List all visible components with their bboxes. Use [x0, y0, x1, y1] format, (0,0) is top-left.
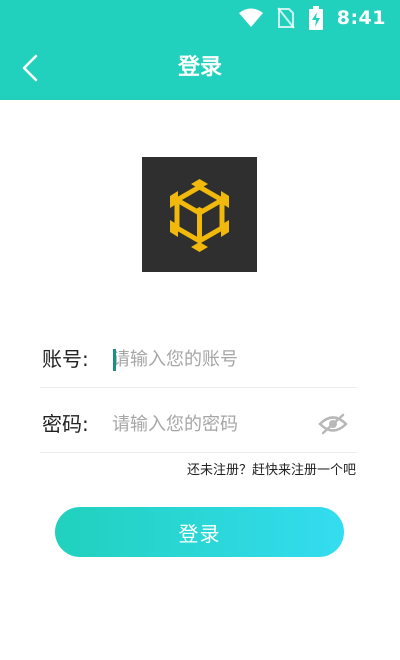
password-row: 密码: — [40, 396, 358, 453]
wifi-icon — [238, 8, 263, 27]
back-button[interactable] — [10, 48, 50, 88]
status-icons: 8:41 — [238, 6, 386, 30]
app-bar: 登录 — [0, 36, 400, 100]
text-cursor — [113, 349, 116, 371]
password-visibility-toggle[interactable] — [318, 412, 348, 436]
account-label: 账号: — [42, 347, 89, 371]
register-link[interactable]: 还未注册？赶快来注册一个吧 — [187, 459, 356, 478]
battery-charging-icon — [308, 6, 323, 30]
status-time: 8:41 — [336, 7, 386, 29]
password-label: 密码: — [42, 412, 89, 436]
back-arrow-icon — [22, 54, 38, 82]
password-input[interactable] — [112, 406, 312, 442]
login-button[interactable]: 登录 — [55, 507, 344, 557]
cube-logo-icon — [170, 179, 229, 252]
status-bar: 8:41 — [0, 0, 400, 36]
app-logo — [142, 157, 257, 272]
eye-off-icon — [318, 413, 348, 435]
account-input[interactable] — [112, 341, 312, 377]
page-title: 登录 — [177, 55, 222, 80]
account-row: 账号: — [40, 331, 358, 388]
no-sim-icon — [276, 7, 295, 29]
